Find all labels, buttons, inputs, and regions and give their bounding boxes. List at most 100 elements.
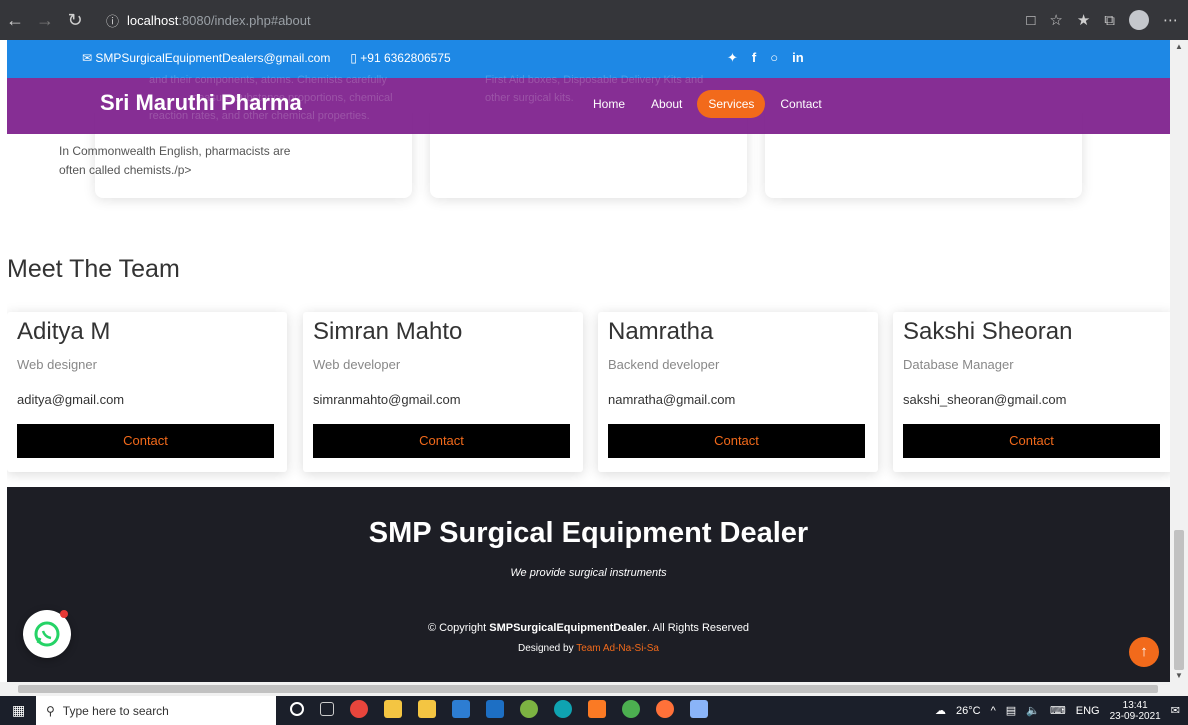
task-view-icon[interactable]: [320, 702, 334, 716]
xampp-icon[interactable]: [588, 700, 606, 718]
app-icon[interactable]: [622, 700, 640, 718]
edge-icon[interactable]: [554, 700, 572, 718]
nav-about[interactable]: About: [640, 90, 693, 118]
windows-taskbar: ▦ ⚲ Type here to search ☁ 26°C ^ ▤ 🔈 ⌨ E…: [0, 696, 1188, 725]
weather-icon[interactable]: ☁: [935, 704, 946, 717]
nav-contact[interactable]: Contact: [769, 90, 832, 118]
member-email: simranmahto@gmail.com: [313, 392, 461, 407]
file-explorer-icon[interactable]: [384, 700, 402, 718]
scrollbar-thumb[interactable]: [18, 685, 1158, 693]
footer-brand: SMP Surgical Equipment Dealer: [368, 517, 809, 549]
scroll-down-icon[interactable]: ▼: [1175, 671, 1183, 680]
weather-text[interactable]: 26°C: [956, 705, 981, 717]
nav-home[interactable]: Home: [582, 90, 636, 118]
search-placeholder: Type here to search: [62, 703, 169, 718]
contact-button[interactable]: Contact: [17, 424, 274, 458]
footer-designed-by: Designed by Team Ad-Na-Si-Sa: [7, 643, 1170, 654]
search-icon: ⚲: [46, 703, 55, 718]
collections-icon[interactable]: ⧉: [1104, 12, 1115, 29]
copyright-suffix: . All Rights Reserved: [646, 622, 750, 634]
copyright-prefix: © Copyright: [427, 622, 490, 634]
member-email: namratha@gmail.com: [608, 392, 736, 407]
page-left-gutter: [0, 40, 7, 682]
app-icon[interactable]: [486, 700, 504, 718]
contact-button[interactable]: Contact: [608, 424, 865, 458]
system-tray: ☁ 26°C ^ ▤ 🔈 ⌨ ENG 13:41 23-09-2021 ✉: [935, 696, 1180, 725]
ghost-line: First Aid boxes, Disposable Delivery Kit…: [485, 74, 704, 86]
firefox-icon[interactable]: [656, 700, 674, 718]
member-role: Web developer: [313, 357, 401, 372]
back-icon[interactable]: ←: [0, 10, 30, 31]
email-text: SMPSurgicalEquipmentDealers@gmail.com: [95, 51, 331, 65]
app-icon[interactable]: [520, 700, 538, 718]
chevron-up-icon[interactable]: ^: [991, 705, 996, 717]
scrollbar-thumb[interactable]: [1174, 530, 1184, 670]
favorite-icon[interactable]: ☆: [1049, 11, 1062, 29]
site-logo[interactable]: Sri Maruthi Pharma: [100, 90, 302, 116]
volume-icon[interactable]: 🔈: [1026, 704, 1040, 717]
arrow-up-icon: ↑: [1140, 643, 1148, 660]
windows-start-icon[interactable]: ▦: [12, 702, 25, 719]
address-bar[interactable]: ⓘ localhost:8080/index.php#about: [106, 11, 311, 30]
service-text-line: In Commonwealth English, pharmacists are: [59, 144, 291, 158]
ghost-line: and their components, atoms. Chemists ca…: [149, 74, 387, 86]
taskbar-search[interactable]: ⚲ Type here to search: [36, 696, 276, 725]
clock-date: 23-09-2021: [1109, 710, 1161, 722]
member-role: Database Manager: [903, 357, 1014, 372]
notification-dot: [60, 610, 68, 618]
keyboard-icon[interactable]: ⌨: [1050, 704, 1066, 717]
horizontal-scrollbar[interactable]: [0, 682, 1188, 696]
scroll-up-icon[interactable]: ▲: [1175, 42, 1183, 51]
team-section-title: Meet The Team: [7, 255, 180, 283]
notifications-icon[interactable]: ✉: [1171, 704, 1180, 717]
team-card: Simran Mahto Web developer simranmahto@g…: [303, 312, 583, 472]
site-footer: SMP Surgical Equipment Dealer We provide…: [7, 487, 1170, 682]
nav-services[interactable]: Services: [697, 90, 766, 118]
taskbar-clock[interactable]: 13:41 23-09-2021: [1110, 700, 1161, 722]
clock-time: 13:41: [1122, 699, 1148, 711]
linkedin-icon[interactable]: in: [792, 50, 804, 66]
member-name: Namratha: [608, 318, 714, 345]
footer-copyright: © Copyright SMPSurgicalEquipmentDealer. …: [7, 622, 1170, 634]
designer-team-link[interactable]: Team Ad-Na-Si-Sa: [576, 643, 659, 654]
contact-button[interactable]: Contact: [903, 424, 1160, 458]
language-indicator[interactable]: ENG: [1076, 705, 1100, 717]
service-card-text: In Commonwealth English, pharmacists are…: [59, 142, 299, 180]
store-icon[interactable]: [418, 700, 436, 718]
phone-contact[interactable]: ▯ +91 6362806575: [350, 51, 450, 65]
favorites-list-icon[interactable]: ★: [1077, 11, 1090, 29]
social-links: ✦ f ○ in: [727, 50, 804, 66]
email-contact[interactable]: ✉ SMPSurgicalEquipmentDealers@gmail.com: [82, 51, 330, 65]
member-name: Sakshi Sheoran: [903, 318, 1073, 345]
member-role: Web designer: [17, 357, 97, 372]
reload-icon[interactable]: ↻: [60, 10, 90, 31]
twitter-icon[interactable]: ✦: [727, 50, 738, 66]
contact-button[interactable]: Contact: [313, 424, 570, 458]
member-email: aditya@gmail.com: [17, 392, 125, 407]
mail-icon[interactable]: [452, 700, 470, 718]
whatsapp-chat-button[interactable]: [23, 610, 71, 658]
main-nav: Home About Services Contact: [582, 90, 833, 118]
browser-toolbar: ← → ↻ ⓘ localhost:8080/index.php#about □…: [0, 0, 1188, 40]
vertical-scrollbar[interactable]: ▲ ▼: [1170, 40, 1188, 682]
profile-avatar[interactable]: [1129, 10, 1149, 30]
info-icon[interactable]: ⓘ: [106, 11, 119, 30]
designed-prefix: Designed by: [517, 643, 577, 654]
member-name: Aditya M: [17, 318, 111, 345]
more-menu-icon[interactable]: ⋯: [1163, 11, 1178, 29]
page-viewport: In Commonwealth English, pharmacists are…: [7, 40, 1170, 682]
envelope-icon: ✉: [82, 51, 96, 65]
member-name: Simran Mahto: [313, 318, 463, 345]
site-header: and their components, atoms. Chemists ca…: [7, 74, 1170, 134]
network-icon[interactable]: ▤: [1006, 704, 1016, 717]
member-email: sakshi_sheoran@gmail.com: [903, 392, 1067, 407]
chrome-icon[interactable]: [350, 700, 368, 718]
app-icon[interactable]: [690, 700, 708, 718]
reader-mode-icon[interactable]: □: [1026, 12, 1035, 29]
team-card: Sakshi Sheoran Database Manager sakshi_s…: [893, 312, 1170, 472]
facebook-icon[interactable]: f: [752, 50, 756, 66]
back-to-top-button[interactable]: ↑: [1129, 637, 1159, 667]
cortana-icon[interactable]: [290, 702, 304, 716]
instagram-icon[interactable]: ○: [770, 50, 778, 66]
forward-icon[interactable]: →: [30, 10, 60, 31]
